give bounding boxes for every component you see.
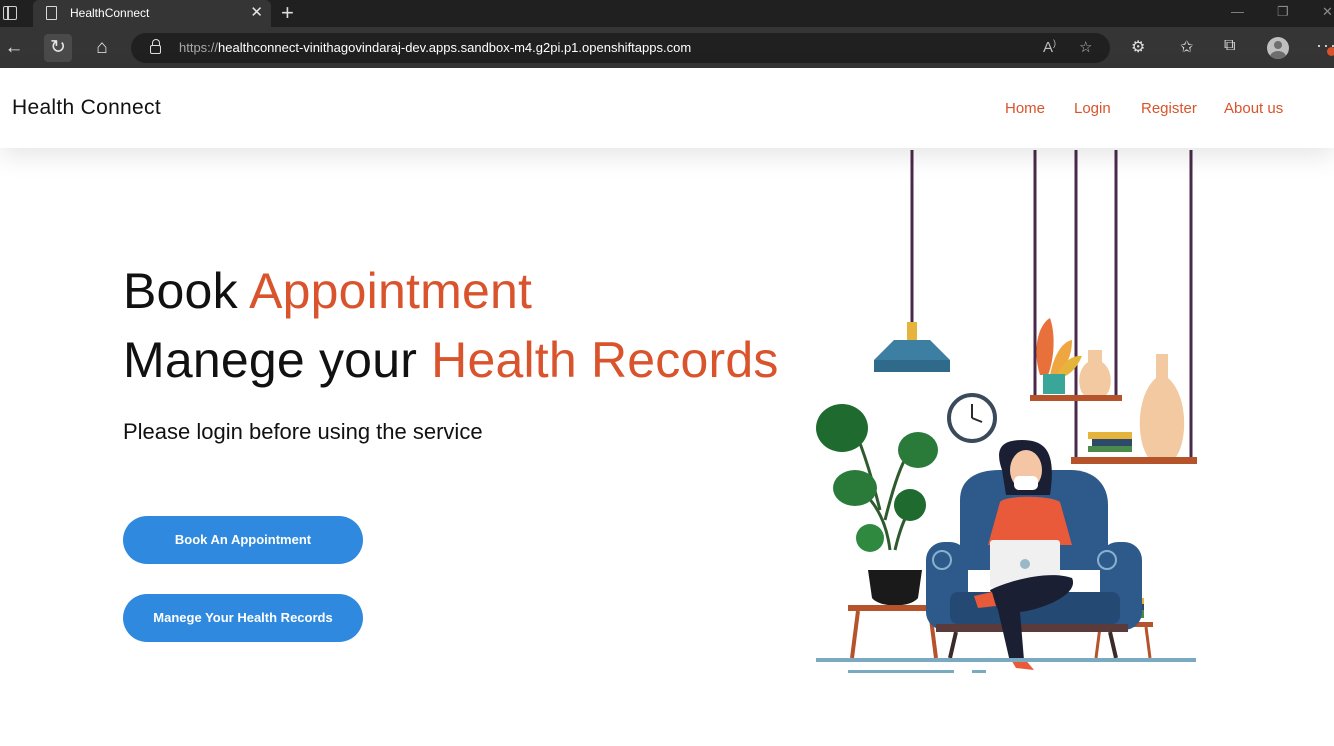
nav-link-register[interactable]: Register [1141,100,1197,117]
monstera-plant-icon [816,404,938,606]
window-close-icon[interactable]: ✕ [1322,4,1333,20]
nav-link-home[interactable]: Home [1005,100,1045,117]
books-icon [1088,432,1132,452]
tab-title: HealthConnect [70,6,150,20]
site-navbar: Health Connect Home Login Register About… [0,68,1334,148]
read-aloud-icon[interactable]: A) [1043,38,1056,56]
hero-subtitle: Please login before using the service [123,419,483,444]
book-appointment-button[interactable]: Book An Appointment [123,516,363,564]
refresh-icon[interactable]: ↻ [44,34,72,62]
favorites-icon[interactable]: ✩ [1180,37,1193,57]
page-icon [46,6,57,20]
favorite-add-icon[interactable]: ☆ [1079,38,1092,56]
hero-heading-line1: Book Appointment [123,263,533,319]
lock-icon[interactable] [150,39,161,54]
nav-link-login[interactable]: Login [1074,100,1111,117]
back-icon[interactable]: ← [0,34,28,62]
upper-shelf [1030,395,1122,401]
lamp-icon [874,322,950,372]
url-text[interactable]: https://healthconnect-vinithagovindaraj-… [179,40,691,55]
browser-tab-bar: HealthConnect ✕ + — ❐ ✕ [0,0,1334,27]
browser-address-bar: ← ↻ ⌂ https://healthconnect-vinithagovin… [0,27,1334,68]
extensions-icon[interactable]: ⚙ [1131,37,1145,57]
new-tab-icon[interactable]: + [281,1,294,25]
profile-icon[interactable] [1267,37,1289,59]
floor-rug [816,658,1196,662]
sidebar-icon[interactable] [3,6,17,20]
minimize-icon[interactable]: — [1231,4,1244,19]
lower-shelf [1071,457,1197,464]
hero-heading-line2: Manege your Health Records [123,332,779,388]
browser-tab[interactable]: HealthConnect ✕ [33,0,271,27]
manage-records-button[interactable]: Manege Your Health Records [123,594,363,642]
hero-illustration [816,150,1197,673]
clock-icon [947,393,997,443]
url-field[interactable]: https://healthconnect-vinithagovindaraj-… [131,33,1110,63]
nav-link-about[interactable]: About us [1224,100,1283,117]
notification-badge [1327,47,1334,56]
collections-icon[interactable]: ⧉ [1224,37,1235,55]
brand-logo-text[interactable]: Health Connect [12,96,161,120]
restore-icon[interactable]: ❐ [1277,4,1289,20]
close-icon[interactable]: ✕ [250,4,263,22]
home-icon[interactable]: ⌂ [88,34,116,62]
